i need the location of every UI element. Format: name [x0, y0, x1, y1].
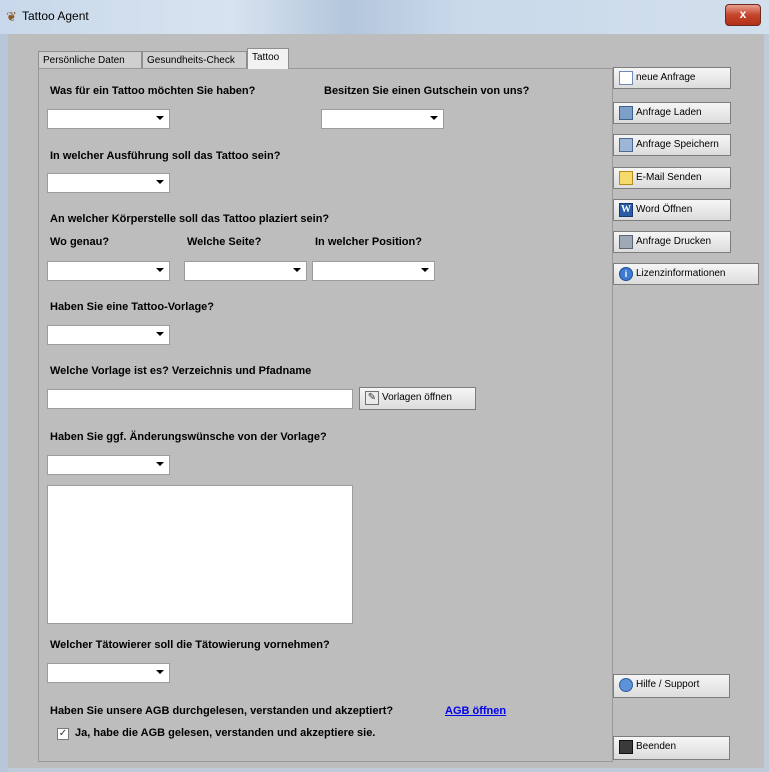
side-select[interactable]: [184, 261, 307, 281]
chevron-down-icon: [156, 268, 164, 272]
execution-label: In welcher Ausführung soll das Tattoo se…: [50, 150, 281, 162]
body-part-label: An welcher Körperstelle soll das Tattoo …: [50, 213, 330, 225]
chevron-down-icon: [156, 332, 164, 336]
position-label: In welcher Position?: [315, 236, 422, 248]
license-info-button[interactable]: i Lizenzinformationen: [613, 263, 759, 285]
window-frame: [0, 34, 8, 772]
send-email-label: E-Mail Senden: [636, 172, 702, 183]
chevron-down-icon: [421, 268, 429, 272]
tab-personal-data[interactable]: Persönliche Daten: [38, 51, 142, 68]
where-label: Wo genau?: [50, 236, 110, 248]
close-button[interactable]: x: [725, 4, 761, 26]
info-icon: i: [619, 267, 633, 281]
template-select[interactable]: [47, 325, 170, 345]
chevron-down-icon: [156, 180, 164, 184]
app-icon: ❦: [6, 9, 17, 24]
execution-select[interactable]: [47, 173, 170, 193]
tab-health-check[interactable]: Gesundheits-Check: [142, 51, 247, 68]
print-request-button[interactable]: Anfrage Drucken: [613, 231, 731, 253]
changes-select[interactable]: [47, 455, 170, 475]
word-icon: W: [619, 203, 633, 217]
send-email-button[interactable]: E-Mail Senden: [613, 167, 731, 189]
load-icon: [619, 106, 633, 120]
chevron-down-icon: [293, 268, 301, 272]
chevron-down-icon: [156, 462, 164, 466]
position-select[interactable]: [312, 261, 435, 281]
template-path-label: Welche Vorlage ist es? Verzeichnis und P…: [50, 365, 312, 377]
chevron-down-icon: [156, 670, 164, 674]
save-request-label: Anfrage Speichern: [636, 139, 719, 150]
pen-icon: ✎: [365, 391, 379, 405]
exit-button[interactable]: Beenden: [613, 736, 730, 760]
side-label: Welche Seite?: [187, 236, 262, 248]
voucher-select[interactable]: [321, 109, 444, 129]
tab-tattoo[interactable]: Tattoo: [247, 48, 289, 69]
where-select[interactable]: [47, 261, 170, 281]
print-request-label: Anfrage Drucken: [636, 236, 712, 247]
voucher-label: Besitzen Sie einen Gutschein von uns?: [324, 85, 530, 97]
help-support-button[interactable]: Hilfe / Support: [613, 674, 730, 698]
exit-label: Beenden: [636, 741, 677, 752]
window-title: Tattoo Agent: [22, 9, 89, 23]
new-request-label: neue Anfrage: [636, 72, 696, 83]
open-templates-button[interactable]: ✎ Vorlagen öffnen: [359, 387, 476, 410]
agb-checkbox-label: Ja, habe die AGB gelesen, verstanden und…: [75, 727, 376, 739]
artist-label: Welcher Tätowierer soll die Tätowierung …: [50, 639, 330, 651]
tattoo-type-label: Was für ein Tattoo möchten Sie haben?: [50, 85, 256, 97]
help-support-label: Hilfe / Support: [636, 679, 700, 690]
agb-checkbox[interactable]: ✓: [57, 728, 69, 740]
new-request-button[interactable]: neue Anfrage: [613, 67, 731, 89]
load-request-label: Anfrage Laden: [636, 107, 702, 118]
open-templates-label: Vorlagen öffnen: [382, 392, 452, 403]
agb-label: Haben Sie unsere AGB durchgelesen, verst…: [50, 705, 394, 717]
chevron-down-icon: [156, 116, 164, 120]
exit-icon: [619, 740, 633, 754]
help-icon: [619, 678, 633, 692]
title-bar: ❦ Tattoo Agent x: [0, 0, 769, 34]
tattoo-type-select[interactable]: [47, 109, 170, 129]
changes-label: Haben Sie ggf. Änderungswünsche von der …: [50, 431, 327, 443]
save-request-button[interactable]: Anfrage Speichern: [613, 134, 731, 156]
open-word-button[interactable]: W Word Öffnen: [613, 199, 731, 221]
app-window: ❦ Tattoo Agent x Persönliche Daten Gesun…: [0, 0, 769, 772]
agb-open-link[interactable]: AGB öffnen: [445, 705, 506, 717]
artist-select[interactable]: [47, 663, 170, 683]
template-path-input[interactable]: [47, 389, 353, 409]
changes-textarea[interactable]: [47, 485, 353, 624]
tattoo-form-panel: Was für ein Tattoo möchten Sie haben? Be…: [38, 68, 613, 762]
new-document-icon: [619, 71, 633, 85]
open-word-label: Word Öffnen: [636, 204, 693, 215]
load-request-button[interactable]: Anfrage Laden: [613, 102, 731, 124]
chevron-down-icon: [430, 116, 438, 120]
save-icon: [619, 138, 633, 152]
client-area: Persönliche Daten Gesundheits-Check Tatt…: [8, 34, 764, 768]
template-label: Haben Sie eine Tattoo-Vorlage?: [50, 301, 215, 313]
mail-icon: [619, 171, 633, 185]
print-icon: [619, 235, 633, 249]
license-info-label: Lizenzinformationen: [636, 268, 726, 279]
